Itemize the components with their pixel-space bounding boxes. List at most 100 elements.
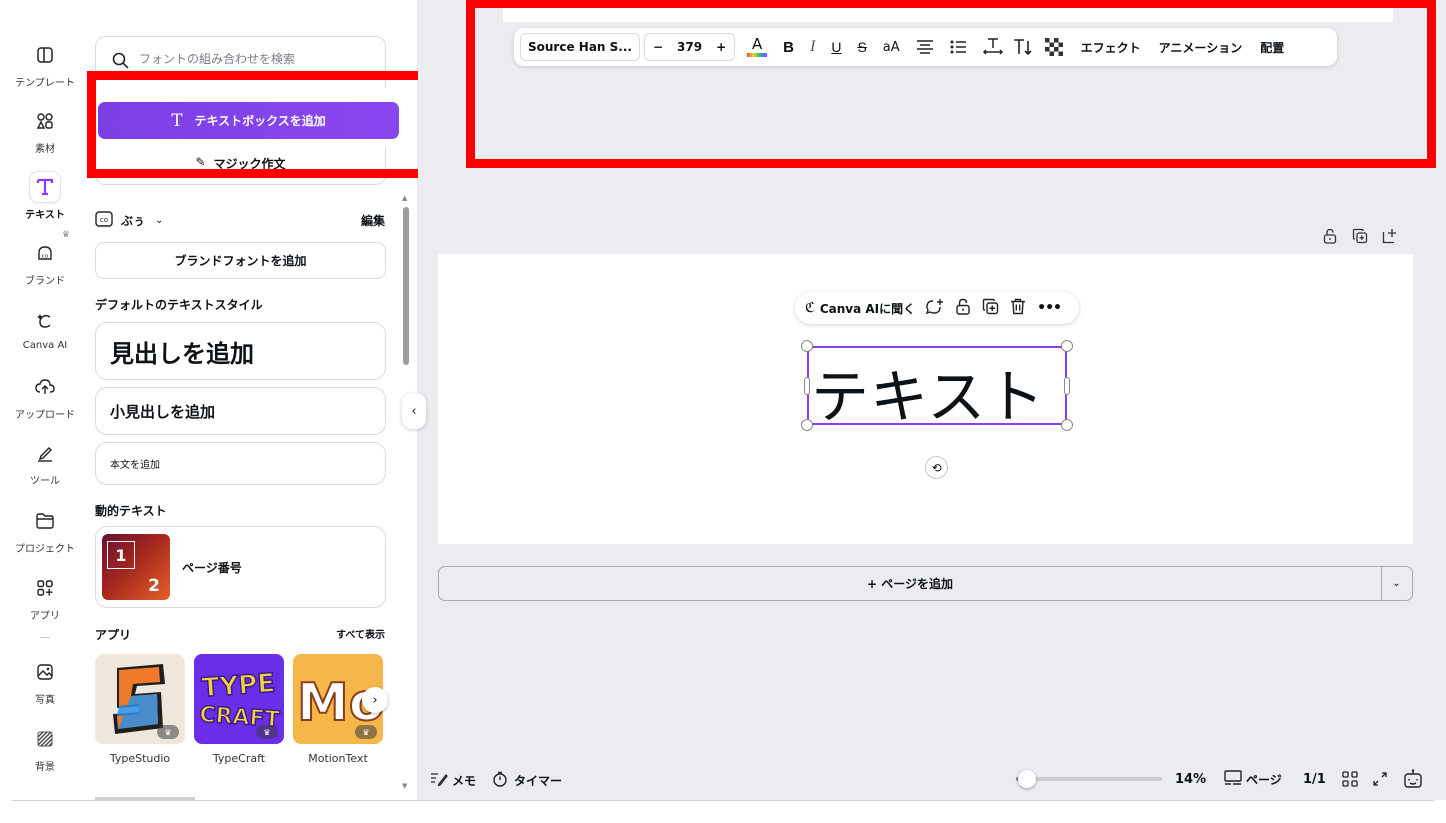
pages-button[interactable]: ページ (1224, 770, 1282, 789)
add-page-button[interactable]: + ページを追加 (439, 567, 1382, 600)
underline-button[interactable]: U (831, 33, 841, 61)
trash-icon[interactable] (1010, 298, 1026, 318)
resize-handle-bottom-left[interactable] (801, 419, 813, 431)
background-icon (30, 724, 60, 754)
bold-button[interactable]: B (783, 33, 794, 61)
letter-case-button[interactable]: aA (883, 33, 900, 61)
font-size-decrease-button[interactable]: − (653, 40, 663, 54)
rotate-handle[interactable]: ⟲ (925, 456, 948, 479)
dynamic-text-title: 動的テキスト (95, 504, 167, 518)
rail-label-apps: アプリ (30, 611, 60, 622)
apps-icon (30, 573, 60, 603)
selected-text-element[interactable]: テキスト (807, 346, 1067, 431)
list-icon[interactable] (950, 33, 967, 61)
assistant-robot-icon[interactable] (1403, 769, 1423, 792)
rail-item-text[interactable]: テキスト (0, 172, 90, 221)
resize-handle-bottom-right[interactable] (1061, 419, 1073, 431)
font-size-increase-button[interactable]: + (716, 40, 726, 54)
app-tile-typecraft[interactable]: TYPE CRAFT ♛ (194, 654, 284, 744)
align-center-icon[interactable] (916, 33, 934, 61)
default-styles-title: デフォルトのテキストスタイル (95, 298, 263, 312)
magic-write-button[interactable]: ✎ マジック作文 (95, 147, 386, 185)
magic-wand-icon: ✎ (195, 155, 206, 169)
fullscreen-icon[interactable] (1372, 771, 1388, 790)
timer-button[interactable]: タイマー (492, 771, 562, 790)
rail-item-photos[interactable]: 写真 (0, 657, 90, 706)
text-direction-icon[interactable] (1013, 33, 1033, 61)
app-label-motiontext: MotionText (308, 752, 368, 765)
notes-button[interactable]: メモ (430, 772, 476, 789)
canva-ai-icon (30, 306, 60, 336)
app-tile-typestudio[interactable]: ♛ (95, 654, 185, 744)
zoom-value[interactable]: 14% (1175, 772, 1206, 787)
duplicate-icon[interactable] (982, 298, 999, 318)
zoom-slider-thumb[interactable] (1018, 770, 1036, 788)
add-page-dropdown[interactable]: ⌄ (1381, 567, 1412, 600)
rail-item-apps[interactable]: アプリ (0, 573, 90, 622)
panel-scrollbar-thumb[interactable] (403, 207, 409, 365)
rail-label-background: 背景 (35, 762, 55, 773)
strikethrough-button[interactable]: S (857, 33, 866, 61)
resize-handle-right[interactable] (1064, 377, 1070, 395)
photo-icon (30, 657, 60, 687)
bottom-status-bar: メモ タイマー 14% ページ 1/1 (418, 762, 1446, 798)
svg-text:TYPE: TYPE (201, 668, 276, 703)
rail-item-templates[interactable]: テンプレート (0, 40, 90, 89)
brand-kit-icon[interactable]: co (95, 210, 113, 230)
chevron-down-icon[interactable]: ⌄ (155, 215, 163, 226)
collapse-panel-button[interactable]: ‹ (402, 393, 426, 429)
brand-edit-link[interactable]: 編集 (361, 212, 385, 229)
rail-item-background[interactable]: 背景 (0, 724, 90, 773)
lock-icon[interactable] (955, 298, 971, 318)
transparency-icon[interactable] (1044, 33, 1063, 61)
rail-item-brand[interactable]: co ♛ ブランド (0, 230, 90, 287)
text-t-icon: T (171, 110, 183, 131)
animation-button[interactable]: アニメーション (1159, 39, 1243, 56)
lock-icon[interactable] (1322, 228, 1338, 248)
font-size-stepper: − 379 + (643, 33, 736, 61)
crown-icon: ♛ (61, 230, 70, 240)
more-options-icon[interactable]: ••• (1037, 300, 1062, 316)
letter-spacing-icon[interactable] (982, 33, 1003, 61)
crown-icon: ♛ (355, 725, 377, 739)
grid-view-icon[interactable] (1342, 771, 1358, 790)
elements-icon (30, 106, 60, 136)
font-search-input[interactable] (139, 52, 359, 66)
font-size-value[interactable]: 379 (677, 40, 702, 54)
svg-text:co: co (100, 216, 108, 224)
rail-item-canva-ai[interactable]: Canva AI (0, 306, 90, 351)
position-button[interactable]: 配置 (1260, 39, 1284, 56)
add-heading-button[interactable]: 見出しを追加 (95, 322, 386, 380)
add-page-icon[interactable] (1382, 228, 1398, 248)
rail-item-elements[interactable]: 素材 (0, 106, 90, 155)
rail-item-tools[interactable]: ツール (0, 438, 90, 487)
resize-handle-left[interactable] (804, 377, 810, 395)
italic-button[interactable]: I (810, 33, 815, 61)
rail-item-upload[interactable]: アップロード (0, 372, 90, 421)
rail-label-upload: アップロード (15, 410, 75, 421)
resize-handle-top-left[interactable] (801, 340, 813, 352)
canvas-text: テキスト (811, 363, 1046, 431)
effects-button[interactable]: エフェクト (1081, 39, 1141, 56)
canva-ai-icon[interactable]: ℭ (805, 300, 815, 316)
brand-kit-name[interactable]: ぶぅ (121, 212, 145, 229)
zoom-slider-track[interactable] (1016, 777, 1162, 781)
duplicate-page-icon[interactable] (1352, 228, 1368, 248)
apps-next-arrow[interactable]: › (362, 687, 388, 713)
search-icon (112, 52, 129, 73)
page-number-card[interactable]: 1 2 ページ番号 (95, 526, 386, 608)
text-color-button[interactable]: A (747, 33, 768, 61)
see-all-link[interactable]: すべて表示 (336, 626, 385, 643)
add-subheading-button[interactable]: 小見出しを追加 (95, 387, 386, 435)
add-body-button[interactable]: 本文を追加 (95, 442, 386, 485)
font-family-dropdown[interactable]: Source Han S... (520, 33, 640, 61)
resize-handle-top-right[interactable] (1061, 340, 1073, 352)
rail-item-projects[interactable]: プロジェクト (0, 506, 90, 555)
add-textbox-button[interactable]: T テキストボックスを追加 (98, 102, 399, 139)
folder-icon (30, 506, 60, 536)
font-search-box[interactable] (95, 36, 386, 88)
comment-add-icon[interactable] (926, 298, 944, 319)
add-brand-font-button[interactable]: ブランドフォントを追加 (95, 242, 386, 279)
ask-canva-ai-button[interactable]: Canva AIに聞く (820, 300, 915, 317)
rail-label-tools: ツール (30, 476, 60, 487)
